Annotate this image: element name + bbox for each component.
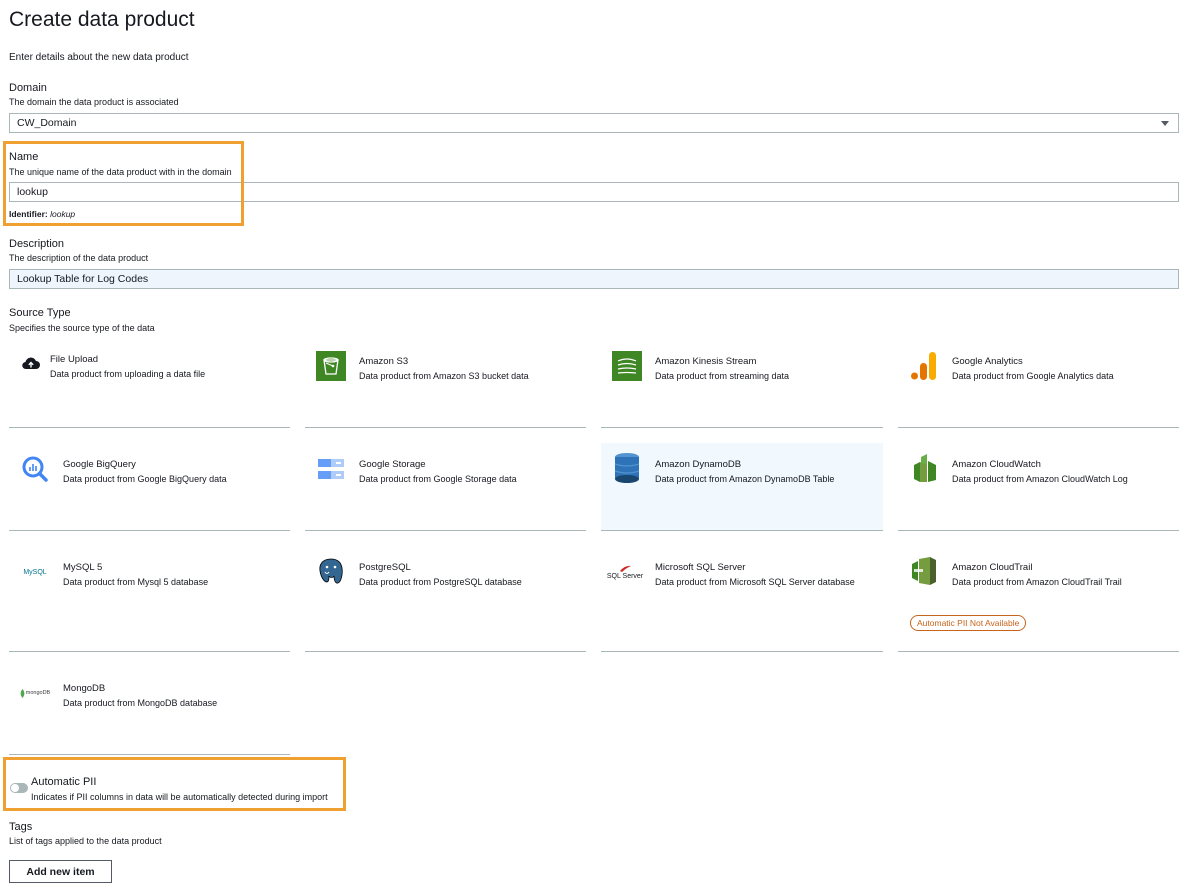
source-card-description: Data product from Amazon CloudTrail Trai…	[952, 577, 1122, 587]
source-card-title: Google Storage	[359, 459, 426, 470]
automatic-pii-description: Indicates if PII columns in data will be…	[31, 792, 328, 802]
automatic-pii-label: Automatic PII	[31, 776, 97, 788]
source-card-description: Data product from streaming data	[655, 371, 790, 381]
source-card-google-bigquery[interactable]: Google BigQuery Data product from Google…	[9, 443, 290, 531]
source-card-google-analytics[interactable]: Google Analytics Data product from Googl…	[898, 340, 1179, 428]
source-card-amazon-cloudwatch[interactable]: Amazon CloudWatch Data product from Amaz…	[898, 443, 1179, 531]
source-card-title: Amazon DynamoDB	[655, 459, 742, 470]
pii-not-available-badge: Automatic PII Not Available	[910, 615, 1027, 631]
source-card-postgresql[interactable]: PostgreSQL Data product from PostgreSQL …	[305, 546, 586, 652]
source-card-description: Data product from Amazon CloudWatch Log	[952, 474, 1128, 484]
source-card-title: Amazon CloudTrail	[952, 562, 1033, 573]
description-description: The description of the data product	[9, 253, 149, 263]
postgresql-icon	[315, 556, 347, 586]
add-new-item-button[interactable]: Add new item	[9, 860, 112, 883]
source-card-title: Amazon S3	[359, 356, 409, 367]
source-card-microsoft-sql-server[interactable]: SQL Server Microsoft SQL Server Data pro…	[601, 546, 883, 652]
source-card-title: Amazon CloudWatch	[952, 459, 1041, 470]
source-card-description: Data product from Google Storage data	[359, 474, 517, 484]
source-card-file-upload[interactable]: File Upload Data product from uploading …	[9, 340, 290, 428]
toggle-knob	[11, 784, 19, 792]
source-card-title: Google Analytics	[952, 356, 1023, 367]
source-card-google-storage[interactable]: Google Storage Data product from Google …	[305, 443, 586, 531]
source-card-title: Amazon Kinesis Stream	[655, 356, 757, 367]
sql-server-icon: SQL Server	[606, 557, 644, 587]
source-type-label: Source Type	[9, 307, 71, 319]
source-card-description: Data product from Amazon S3 bucket data	[359, 371, 529, 381]
source-card-description: Data product from uploading a data file	[50, 369, 206, 379]
bigquery-icon	[19, 454, 51, 484]
page-description: Enter details about the new data product	[9, 52, 189, 63]
mysql-icon: MySQL	[19, 557, 51, 587]
description-input[interactable]	[17, 273, 1171, 285]
source-card-title: MySQL 5	[63, 562, 103, 573]
dynamodb-icon	[611, 453, 643, 483]
mongodb-logo-text: mongoDB	[25, 690, 51, 696]
source-card-description: Data product from Google Analytics data	[952, 371, 1114, 381]
google-storage-icon	[315, 454, 347, 484]
source-card-amazon-kinesis-stream[interactable]: Amazon Kinesis Stream Data product from …	[601, 340, 883, 428]
description-label: Description	[9, 238, 65, 250]
mysql-logo-text: MySQL	[23, 568, 47, 576]
source-card-description: Data product from Amazon DynamoDB Table	[655, 474, 835, 484]
cloudwatch-icon	[908, 453, 940, 483]
domain-selected-value: CW_Domain	[17, 117, 77, 129]
source-card-amazon-cloudtrail[interactable]: Amazon CloudTrail Data product from Amaz…	[898, 546, 1179, 652]
tags-description: List of tags applied to the data product	[9, 836, 162, 846]
sql-server-logo-text: SQL Server	[606, 572, 644, 580]
mongodb-icon: mongoDB	[19, 678, 51, 708]
domain-select[interactable]: CW_Domain	[9, 113, 1179, 133]
page-title: Create data product	[9, 8, 195, 31]
domain-description: The domain the data product is associate…	[9, 97, 179, 107]
name-input[interactable]	[17, 186, 1171, 198]
tags-label: Tags	[9, 821, 33, 833]
cloud-upload-icon	[15, 348, 47, 378]
name-identifier: Identifier: lookup	[9, 209, 75, 219]
source-card-description: Data product from Mysql 5 database	[63, 577, 209, 587]
source-card-title: Google BigQuery	[63, 459, 136, 470]
kinesis-icon	[611, 351, 643, 381]
source-card-mysql-5[interactable]: MySQL MySQL 5 Data product from Mysql 5 …	[9, 546, 290, 652]
source-card-title: MongoDB	[63, 683, 106, 694]
domain-label: Domain	[9, 82, 47, 94]
name-label: Name	[9, 151, 39, 163]
automatic-pii-toggle[interactable]	[10, 783, 28, 793]
name-field[interactable]	[9, 182, 1179, 202]
source-card-description: Data product from MongoDB database	[63, 698, 218, 708]
identifier-label: Identifier:	[9, 209, 48, 219]
source-card-amazon-s3[interactable]: Amazon S3 Data product from Amazon S3 bu…	[305, 340, 586, 428]
source-type-description: Specifies the source type of the data	[9, 323, 155, 333]
google-analytics-icon	[908, 351, 940, 381]
source-card-description: Data product from Google BigQuery data	[63, 474, 227, 484]
amazon-s3-icon	[315, 351, 347, 381]
description-field[interactable]	[9, 269, 1179, 289]
source-card-title: File Upload	[50, 354, 99, 365]
name-description: The unique name of the data product with…	[9, 167, 232, 177]
source-card-description: Data product from PostgreSQL database	[359, 577, 522, 587]
identifier-value: lookup	[50, 209, 76, 219]
source-card-title: Microsoft SQL Server	[655, 562, 746, 573]
cloudtrail-icon	[908, 556, 940, 586]
caret-down-icon	[1161, 121, 1169, 126]
source-card-description: Data product from Microsoft SQL Server d…	[655, 577, 855, 587]
source-card-mongodb[interactable]: mongoDB MongoDB Data product from MongoD…	[9, 667, 290, 755]
source-card-amazon-dynamodb[interactable]: Amazon DynamoDB Data product from Amazon…	[601, 443, 883, 531]
source-card-title: PostgreSQL	[359, 562, 411, 573]
